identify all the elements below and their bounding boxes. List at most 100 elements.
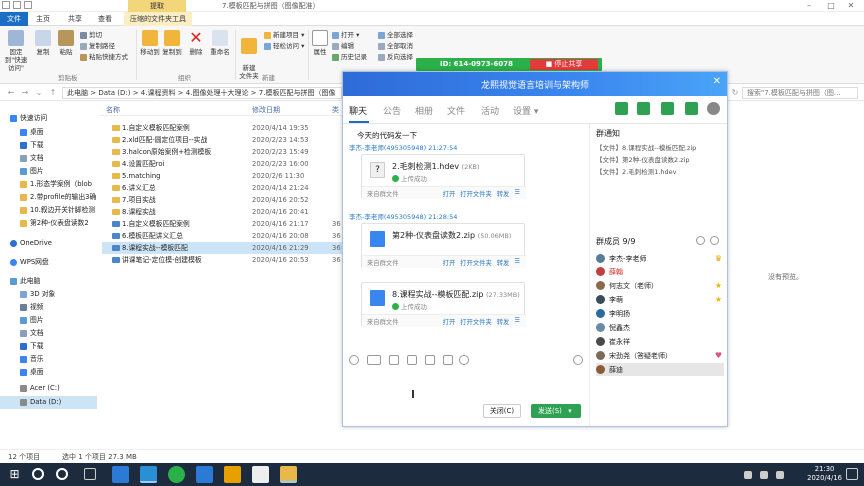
search-input[interactable]: 搜索"7.模板匹配与拼图（图... xyxy=(742,87,858,99)
tab-chat[interactable]: 聊天 xyxy=(349,104,367,117)
tab-compressed-tools[interactable]: 压缩的文件夹工具 xyxy=(124,12,192,26)
search-member-icon[interactable] xyxy=(710,236,719,245)
quick-access-toolbar[interactable] xyxy=(2,1,32,9)
chat-close-icon[interactable]: ✕ xyxy=(713,76,721,87)
close-chat-button[interactable]: 关闭(C) xyxy=(483,404,521,418)
col-type[interactable]: 类 xyxy=(332,105,339,115)
qq-icon[interactable] xyxy=(140,466,157,483)
recent-chevron-icon[interactable]: ⌄ xyxy=(34,88,44,98)
extract-context-tab[interactable]: 提取 xyxy=(128,0,186,12)
network-icon[interactable] xyxy=(760,471,768,479)
maximize-button[interactable]: □ xyxy=(822,0,840,12)
member-item[interactable]: 崔永祥 xyxy=(596,335,724,348)
nav-documents[interactable]: 文档 xyxy=(0,152,97,165)
member-item[interactable]: 宋劲尧（答疑老师） ♥ xyxy=(596,349,724,362)
member-item[interactable]: 何志文（老师） ★ xyxy=(596,279,724,292)
up-arrow-icon[interactable]: ↑ xyxy=(48,88,58,98)
nav-folder[interactable]: 1.形态学案例（blob xyxy=(0,178,97,191)
file-row[interactable]: 讲课笔记-定位模-创建模板 2020/4/16 20:53 36 xyxy=(102,254,342,266)
forward-arrow-icon[interactable]: → xyxy=(20,88,30,98)
col-name[interactable]: 名称 xyxy=(106,105,120,115)
copy-to-button[interactable]: 复制到 xyxy=(162,30,182,56)
tab-file[interactable]: 文件 xyxy=(0,12,28,26)
stop-sharing-button[interactable]: ■ 停止共享 xyxy=(530,59,598,70)
open-file-link[interactable]: 打开 xyxy=(443,317,456,326)
gif-icon[interactable] xyxy=(367,355,381,365)
file-row[interactable]: 7.项目实战 2020/4/16 20:52 xyxy=(102,194,342,206)
nav-onedrive[interactable]: OneDrive xyxy=(0,237,97,250)
notification-icon[interactable] xyxy=(846,468,858,480)
menu-icon[interactable]: ☰ xyxy=(514,258,520,267)
cortana-icon[interactable] xyxy=(56,468,68,480)
image-icon[interactable] xyxy=(425,355,435,365)
delete-button[interactable]: ✕ 删除 xyxy=(186,30,206,57)
copy-path-button[interactable]: 复制路径 xyxy=(80,42,115,51)
rename-button[interactable]: 重命名 xyxy=(208,30,232,56)
history-button[interactable]: 历史记录 xyxy=(332,53,367,62)
file-row[interactable]: 1.自定义模板匹配案例 2020/4/16 21:17 36 xyxy=(102,218,342,230)
bell-icon[interactable] xyxy=(443,355,453,365)
send-button[interactable]: 发送(S) ▾ xyxy=(531,404,581,418)
member-item[interactable]: 薛迪 xyxy=(596,363,724,376)
nav-downloads[interactable]: 下载 xyxy=(0,340,97,353)
open-file-link[interactable]: 打开 xyxy=(443,189,456,198)
notice-item[interactable]: 【文件】8.课程实战--模板匹配.zip xyxy=(596,142,696,152)
nav-pictures[interactable]: 图片 xyxy=(0,165,97,178)
nav-music[interactable]: 音乐 xyxy=(0,353,97,366)
file-row-selected[interactable]: 8.课程实战--模板匹配 2020/4/16 21:29 36 xyxy=(102,242,342,254)
history-clock-icon[interactable] xyxy=(573,355,583,365)
add-app-icon[interactable] xyxy=(685,102,698,115)
new-item-button[interactable]: 新建项目 ▾ xyxy=(264,31,304,40)
edge-icon[interactable] xyxy=(112,466,129,483)
nav-documents[interactable]: 文档 xyxy=(0,327,97,340)
select-none-button[interactable]: 全部取消 xyxy=(378,42,413,51)
menu-icon[interactable]: ☰ xyxy=(514,317,520,326)
notice-item[interactable]: 【文件】第2种-仪表盘读数2.zip xyxy=(596,154,690,164)
member-item[interactable]: 李萌 ★ xyxy=(596,293,724,306)
halcon-icon[interactable] xyxy=(224,466,241,483)
file-row[interactable]: 4.设置匹配roi 2020/2/23 16:00 xyxy=(102,158,342,170)
nav-drive-c[interactable]: Acer (C:) xyxy=(0,382,97,395)
search-icon[interactable] xyxy=(32,468,44,480)
col-date[interactable]: 修改日期 xyxy=(252,105,280,115)
nav-pictures[interactable]: 图片 xyxy=(0,314,97,327)
member-item[interactable]: 倪鑫杰 xyxy=(596,321,724,334)
notice-item[interactable]: 【文件】2.毛刺检测1.hdev xyxy=(596,166,677,176)
easy-access-button[interactable]: 轻松访问 ▾ xyxy=(264,42,304,51)
address-bar[interactable]: 此电脑 > Data (D:) > 4.课程资料 > 4.图像处理十大理论 > … xyxy=(62,87,342,99)
tab-home[interactable]: 主页 xyxy=(30,12,56,26)
nav-folder[interactable]: 2.带profile的输出3确 xyxy=(0,191,97,204)
windows-start-icon[interactable]: ⊞ xyxy=(6,466,23,483)
volume-icon[interactable] xyxy=(776,471,784,479)
file-row[interactable]: 6.讲义汇总 2020/4/14 21:24 xyxy=(102,182,342,194)
tab-share[interactable]: 共享 xyxy=(62,12,88,26)
refresh-icon[interactable]: ↻ xyxy=(730,88,740,98)
invert-selection-button[interactable]: 反向选择 xyxy=(378,53,413,62)
nav-videos[interactable]: 视频 xyxy=(0,301,97,314)
folder-send-icon[interactable] xyxy=(407,355,417,365)
task-view-icon[interactable] xyxy=(84,468,96,480)
phone-call-icon[interactable] xyxy=(615,102,628,115)
screen-share-icon[interactable] xyxy=(661,102,674,115)
file-row[interactable]: 5.matching 2020/2/6 11:30 xyxy=(102,170,342,182)
nav-desktop[interactable]: 桌面 xyxy=(0,126,97,139)
add-member-icon[interactable] xyxy=(696,236,705,245)
tab-settings[interactable]: 设置 ▾ xyxy=(513,104,538,117)
tab-album[interactable]: 相册 xyxy=(415,104,433,117)
nav-drive-d[interactable]: Data (D:) xyxy=(0,396,97,409)
menu-icon[interactable]: ☰ xyxy=(514,189,520,198)
file-row[interactable]: 6.模板匹配讲义汇总 2020/4/16 20:08 36 xyxy=(102,230,342,242)
forward-link[interactable]: 转发 xyxy=(497,317,510,326)
nav-downloads[interactable]: 下载 xyxy=(0,139,97,152)
tab-files[interactable]: 文件 xyxy=(447,104,465,117)
properties-button[interactable]: 属性 xyxy=(311,30,329,56)
open-folder-link[interactable]: 打开文件夹 xyxy=(460,317,491,326)
qa-icon[interactable] xyxy=(13,1,21,9)
nav-folder[interactable]: 10.叙边开关针脚检测 xyxy=(0,204,97,217)
clock[interactable]: 21:30 2020/4/16 xyxy=(807,465,842,483)
open-button[interactable]: 打开 ▾ xyxy=(332,31,359,40)
nav-desktop[interactable]: 桌面 xyxy=(0,366,97,379)
member-item[interactable]: 薛翰 xyxy=(596,265,724,278)
paste-button[interactable]: 粘贴 xyxy=(56,30,76,56)
nav-wps[interactable]: WPS网盘 xyxy=(0,256,97,269)
